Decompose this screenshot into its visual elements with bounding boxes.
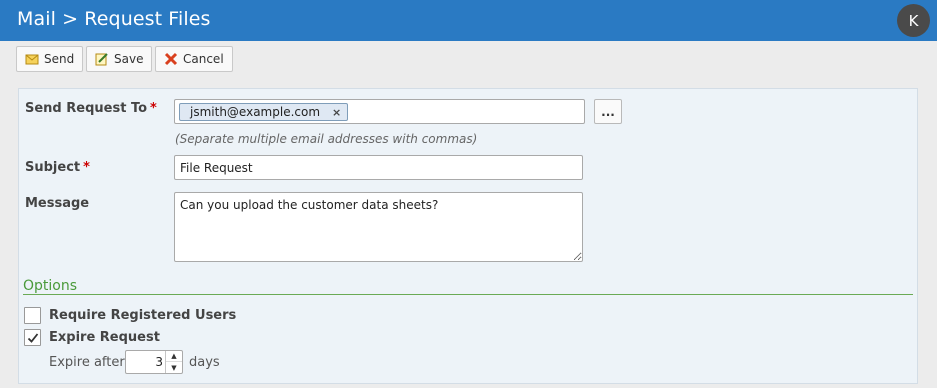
subject-label: Subject * (25, 160, 90, 175)
subject-input[interactable] (174, 155, 583, 180)
message-label: Message (25, 196, 90, 211)
envelope-icon (25, 54, 39, 65)
stepper-arrows: ▲ ▼ (165, 351, 182, 373)
recipients-input[interactable]: jsmith@example.com × (174, 99, 585, 124)
increment-arrow-icon[interactable]: ▲ (166, 351, 182, 362)
browse-contacts-button[interactable]: ... (594, 99, 622, 124)
page-title: Mail > Request Files (17, 8, 211, 30)
expire-days-value: 3 (155, 355, 163, 369)
options-divider (23, 294, 913, 295)
send-button-label: Send (44, 52, 75, 66)
expire-request-label: Expire Request (49, 330, 160, 345)
send-to-label: Send Request To * (25, 101, 157, 116)
request-form: Send Request To * jsmith@example.com × ..… (18, 88, 918, 384)
checkmark-icon (27, 333, 39, 343)
remove-recipient-icon[interactable]: × (332, 106, 341, 119)
cancel-button-label: Cancel (183, 52, 224, 66)
days-unit-label: days (189, 355, 220, 370)
expire-days-stepper[interactable]: 3 ▲ ▼ (125, 350, 183, 374)
save-button-label: Save (114, 52, 144, 66)
save-button[interactable]: Save (86, 46, 153, 72)
close-icon (164, 52, 178, 66)
recipients-hint: (Separate multiple email addresses with … (175, 132, 478, 146)
require-registered-label: Require Registered Users (49, 308, 237, 323)
require-registered-checkbox[interactable] (24, 307, 41, 324)
expire-request-checkbox[interactable] (24, 329, 41, 346)
recipient-email: jsmith@example.com (190, 105, 321, 119)
app-header: Mail > Request Files K (0, 0, 937, 41)
options-heading: Options (23, 278, 78, 294)
required-marker: * (83, 160, 90, 175)
expire-after-label: Expire after (49, 355, 125, 370)
edit-note-icon (95, 53, 108, 66)
required-marker: * (150, 101, 157, 116)
send-button[interactable]: Send (16, 46, 84, 72)
message-textarea[interactable]: Can you upload the customer data sheets? (174, 192, 583, 262)
recipient-chip: jsmith@example.com × (179, 103, 349, 121)
cancel-button[interactable]: Cancel (155, 46, 233, 72)
decrement-arrow-icon[interactable]: ▼ (166, 362, 182, 373)
toolbar: Send Save Cancel (0, 41, 937, 78)
user-avatar[interactable]: K (897, 4, 930, 37)
